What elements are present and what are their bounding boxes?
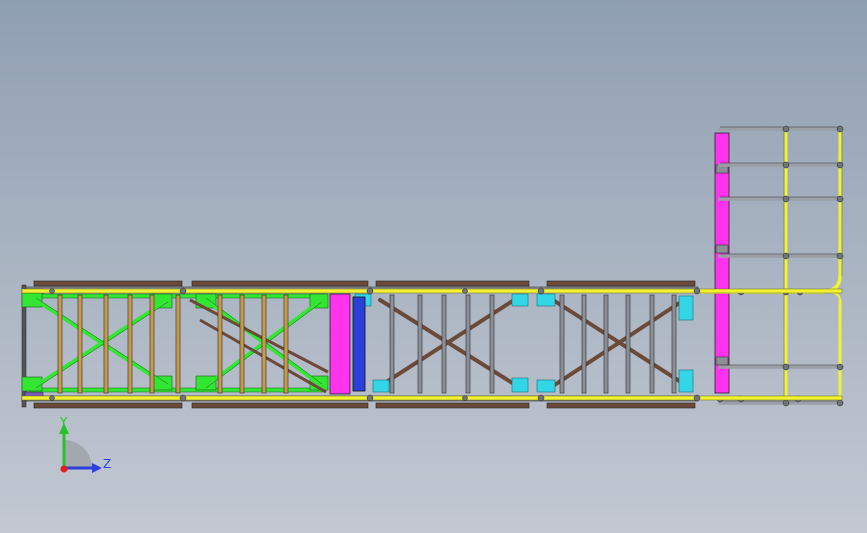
tread bbox=[389, 294, 395, 394]
tread bbox=[559, 294, 565, 394]
tread bbox=[239, 294, 245, 394]
tread bbox=[625, 294, 631, 394]
green-truss-section bbox=[21, 292, 329, 394]
brown-x-braces bbox=[378, 298, 686, 388]
treads bbox=[57, 294, 677, 394]
cad-viewport[interactable]: Y Z bbox=[0, 0, 867, 533]
tread bbox=[77, 294, 83, 394]
tread bbox=[283, 294, 289, 394]
tread bbox=[671, 294, 677, 394]
tread bbox=[603, 294, 609, 394]
gantry-walkway-model[interactable] bbox=[0, 0, 867, 533]
tread bbox=[149, 294, 155, 394]
tread bbox=[175, 294, 181, 394]
tread bbox=[217, 294, 223, 394]
tread bbox=[465, 294, 471, 394]
tread bbox=[103, 294, 109, 394]
tread bbox=[57, 294, 63, 394]
cyan-gussets bbox=[354, 293, 694, 393]
tread bbox=[441, 294, 447, 394]
tread bbox=[261, 294, 267, 394]
tread bbox=[581, 294, 587, 394]
tread bbox=[127, 294, 133, 394]
tread bbox=[417, 294, 423, 394]
tread bbox=[489, 294, 495, 394]
tread bbox=[649, 294, 655, 394]
